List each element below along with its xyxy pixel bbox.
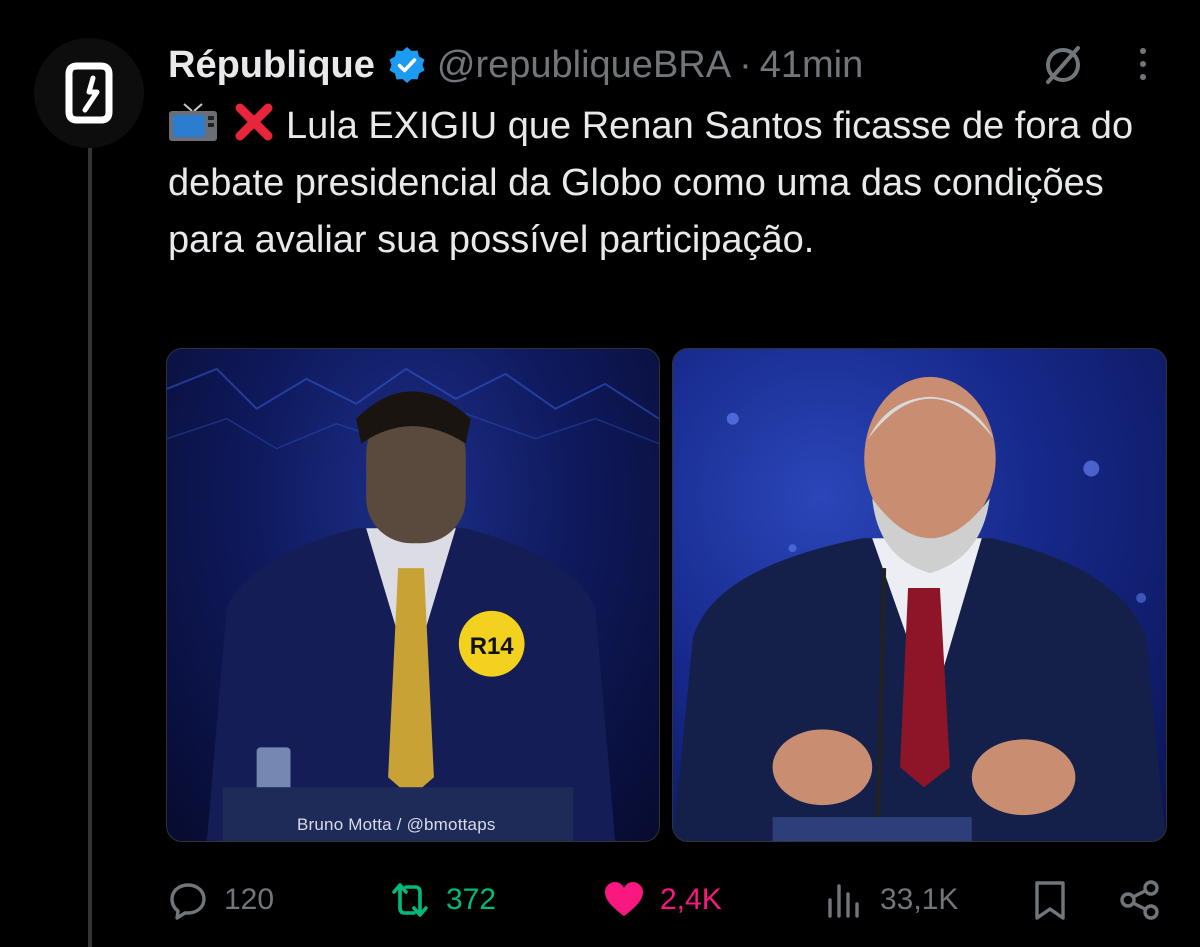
views-count: 33,1K [880, 883, 959, 916]
badge-r14: R14 [470, 633, 515, 660]
post-body-text: Lula EXIGIU que Renan Santos ficasse de … [168, 105, 1134, 261]
thread-line [88, 148, 92, 947]
bookmark-icon [1035, 881, 1065, 920]
post-header: République @republiqueBRA · 41min [168, 40, 863, 90]
author-handle[interactable]: @republiqueBRA [437, 44, 731, 87]
separator-dot: · [739, 43, 752, 86]
share-icon [1120, 880, 1159, 920]
post-actions-bar: 120 372 2,4K 33,1K [166, 870, 1166, 930]
photo-credit: Bruno Motta / @bmottaps [297, 815, 496, 834]
grok-icon[interactable] [1040, 42, 1086, 88]
reply-icon [170, 883, 206, 920]
like-button[interactable]: 2,4K [602, 878, 722, 922]
author-display-name[interactable]: République [168, 44, 375, 87]
photo-lula-illustration [673, 376, 1166, 841]
repost-icon [392, 883, 428, 917]
cross-mark-emoji [232, 100, 276, 144]
share-button[interactable] [1118, 878, 1162, 922]
views-button[interactable]: 33,1K [822, 878, 958, 922]
reply-button[interactable]: 120 [166, 878, 274, 922]
verified-badge-icon [387, 45, 427, 85]
photo-renan-santos[interactable]: R14 Bruno Motta / @bmottaps [166, 348, 660, 842]
post-text: Lula EXIGIU que Renan Santos ficasse de … [168, 98, 1168, 269]
author-avatar[interactable] [34, 38, 144, 148]
photo-renan-santos-illustration: R14 [167, 367, 659, 841]
tv-emoji [168, 102, 218, 141]
views-chart-icon [828, 884, 859, 918]
post-timestamp[interactable]: 41min [760, 44, 864, 87]
bookmark-button[interactable] [1028, 878, 1072, 922]
more-options-icon[interactable] [1128, 44, 1158, 84]
repost-count: 372 [446, 883, 497, 916]
media-grid: R14 Bruno Motta / @bmottaps [166, 348, 1167, 842]
repost-button[interactable]: 372 [388, 878, 496, 922]
like-count: 2,4K [660, 883, 722, 916]
photo-lula[interactable] [672, 348, 1167, 842]
republique-logo-icon [65, 62, 113, 124]
reply-count: 120 [224, 883, 275, 916]
heart-icon [605, 882, 643, 916]
